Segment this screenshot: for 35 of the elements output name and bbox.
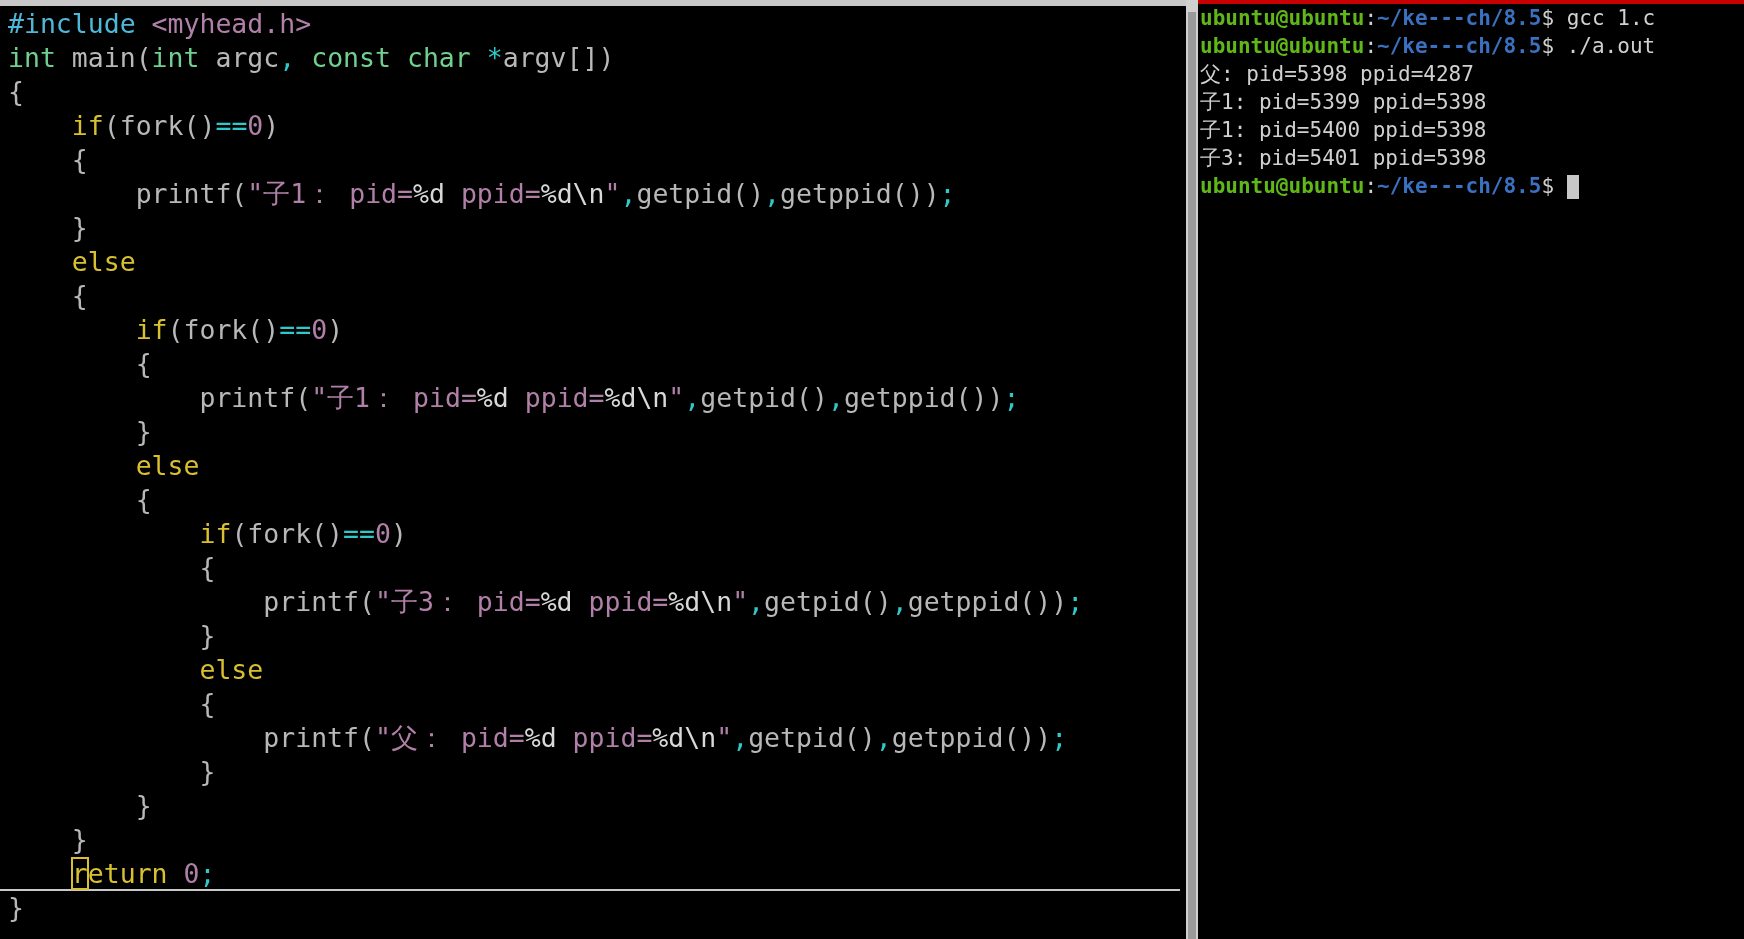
code-line: printf("子1： pid=%d ppid=%d\n",getpid(),getppid()); <box>134 177 956 211</box>
code-line: } <box>7 891 24 925</box>
code-line: { <box>198 551 216 585</box>
scrollbar-thumb[interactable] <box>1188 12 1196 939</box>
code-line: { <box>7 75 24 109</box>
code-line: return 0; <box>0 857 1180 891</box>
terminal-line: 子1: pid=5399 ppid=5398 <box>1200 89 1487 116</box>
code-line: int main(int argc, const char *argv[]) <box>7 41 615 75</box>
code-line: else <box>70 245 136 279</box>
terminal-line: 子3: pid=5401 ppid=5398 <box>1200 145 1487 172</box>
terminal-line: 子1: pid=5400 ppid=5398 <box>1200 117 1487 144</box>
terminal-line: ubuntu@ubuntu:~/ke---ch/8.5$ gcc 1.c <box>1200 5 1656 32</box>
code-line: } <box>70 211 88 245</box>
code-line: { <box>70 143 88 177</box>
code-line: printf("子3： pid=%d ppid=%d\n",getpid(),getppid()); <box>262 585 1084 619</box>
code-line: { <box>134 483 152 517</box>
code-line: } <box>198 755 216 789</box>
code-line: { <box>198 687 216 721</box>
code-line: } <box>198 619 216 653</box>
code-line: if(fork()==0) <box>134 313 344 347</box>
code-line: { <box>134 347 152 381</box>
terminal-line: ubuntu@ubuntu:~/ke---ch/8.5$ ./a.out <box>1200 33 1656 60</box>
code-line: if(fork()==0) <box>70 109 280 143</box>
code-line: } <box>134 789 152 823</box>
code-line: printf("子1： pid=%d ppid=%d\n",getpid(),getppid()); <box>198 381 1020 415</box>
code-line: } <box>70 823 88 857</box>
code-line: else <box>134 449 200 483</box>
terminal-line: 父: pid=5398 ppid=4287 <box>1200 61 1474 88</box>
code-line: { <box>70 279 88 313</box>
code-line: if(fork()==0) <box>198 517 407 551</box>
code-line: printf("父： pid=%d ppid=%d\n",getpid(),getppid()); <box>262 721 1068 755</box>
code-line: } <box>134 415 152 449</box>
terminal-line: ubuntu@ubuntu:~/ke---ch/8.5$ <box>1200 172 1580 200</box>
code-line: #include <myhead.h> <box>7 7 312 41</box>
code-line: else <box>198 653 264 687</box>
